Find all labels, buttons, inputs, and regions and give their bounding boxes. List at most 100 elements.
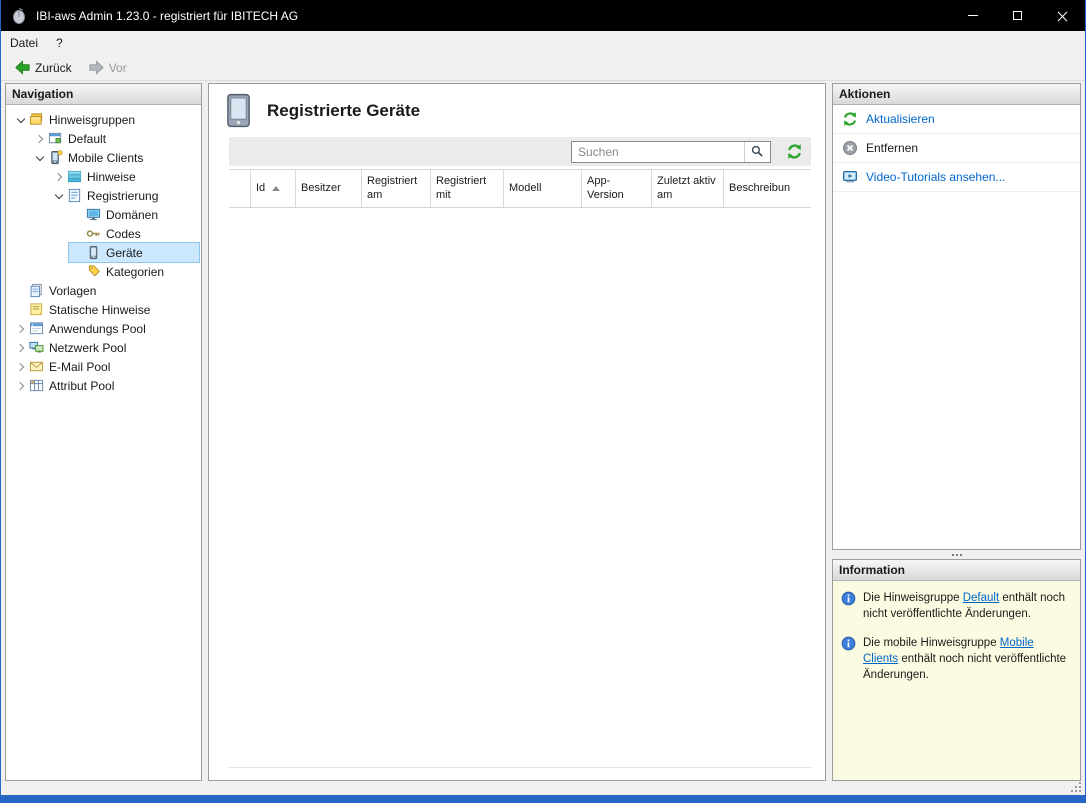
- window-title: IBI-aws Admin 1.23.0 - registriert für I…: [36, 8, 299, 23]
- tree-item-netzwerk-pool[interactable]: Netzwerk Pool: [6, 338, 201, 357]
- tree-item-hinweise[interactable]: Hinweise: [6, 167, 201, 186]
- info-text-prefix: Die mobile Hinweisgruppe: [863, 637, 1000, 650]
- back-button[interactable]: Zurück: [7, 57, 79, 78]
- status-bar: [1, 781, 1085, 795]
- window-bottom-border: [1, 795, 1085, 803]
- search-icon: [751, 145, 763, 157]
- resize-grip[interactable]: [1069, 781, 1083, 794]
- column-header-registriert-mit[interactable]: Registriert mit: [431, 170, 504, 207]
- anwendungs-pool-icon: [29, 322, 44, 335]
- tree-item-statische-hinweise[interactable]: Statische Hinweise: [6, 300, 201, 319]
- info-link-default[interactable]: Default: [963, 592, 999, 604]
- tree-item-mobile-clients[interactable]: Mobile Clients: [6, 148, 201, 167]
- action-video-tutorials[interactable]: Video-Tutorials ansehen...: [833, 163, 1080, 192]
- maximize-button[interactable]: [995, 0, 1040, 31]
- info-item-default: Die Hinweisgruppe Default enthält noch n…: [841, 590, 1072, 622]
- email-pool-icon: [29, 361, 44, 372]
- actions-panel: Aktionen Aktualisieren Entfernen Video-T…: [832, 83, 1081, 550]
- main-header: Registrierte Geräte: [209, 84, 825, 135]
- column-label: Beschreibun: [729, 181, 791, 194]
- arrow-right-icon: [89, 60, 104, 75]
- column-header-registriert-am[interactable]: Registriert am: [362, 170, 431, 207]
- refresh-icon: [843, 112, 857, 126]
- action-label: Aktualisieren: [866, 112, 935, 126]
- tree-item-label: Attribut Pool: [49, 378, 115, 393]
- tree-item-vorlagen[interactable]: Vorlagen: [6, 281, 201, 300]
- action-entfernen[interactable]: Entfernen: [833, 134, 1080, 163]
- sort-ascending-icon: [272, 186, 281, 191]
- tree-item-label: E-Mail Pool: [49, 359, 111, 374]
- chevron-right-icon[interactable]: [12, 320, 29, 337]
- menu-item-help[interactable]: ?: [47, 31, 72, 55]
- minimize-button[interactable]: [950, 0, 995, 31]
- tree-item-geraete[interactable]: Geräte: [6, 242, 201, 263]
- action-label: Video-Tutorials ansehen...: [866, 170, 1006, 184]
- search-box: [571, 140, 771, 163]
- info-text-prefix: Die Hinweisgruppe: [863, 592, 963, 604]
- domaenen-icon: [86, 208, 101, 221]
- column-header-zuletzt-aktiv-am[interactable]: Zuletzt aktiv am: [652, 170, 724, 207]
- chevron-right-icon[interactable]: [50, 168, 67, 185]
- tree-item-registrierung[interactable]: Registrierung: [6, 186, 201, 205]
- tree-item-kategorien[interactable]: Kategorien: [6, 262, 201, 281]
- close-button[interactable]: [1040, 0, 1085, 31]
- tree-item-label: Netzwerk Pool: [49, 340, 127, 355]
- chevron-down-icon[interactable]: [12, 111, 29, 128]
- refresh-grid-button[interactable]: [784, 142, 804, 162]
- chevron-right-icon[interactable]: [31, 130, 48, 147]
- tree-item-anwendungs-pool[interactable]: Anwendungs Pool: [6, 319, 201, 338]
- tree-item-label: Vorlagen: [49, 283, 97, 298]
- tree-item-email-pool[interactable]: E-Mail Pool: [6, 357, 201, 376]
- column-label: Registriert mit: [436, 174, 487, 201]
- column-header-modell[interactable]: Modell: [504, 170, 582, 207]
- device-icon: [227, 93, 250, 128]
- tree-item-domaenen[interactable]: Domänen: [6, 205, 201, 224]
- navigation-tree: Hinweisgruppen Default Mobile Clients Hi…: [6, 105, 201, 780]
- tree-item-hinweisgruppen[interactable]: Hinweisgruppen: [6, 110, 201, 129]
- column-header-besitzer[interactable]: Besitzer: [296, 170, 362, 207]
- panel-splitter[interactable]: [832, 550, 1081, 559]
- tree-item-label: Mobile Clients: [68, 150, 144, 165]
- info-icon: [841, 591, 856, 606]
- tree-item-label: Kategorien: [106, 264, 165, 279]
- title-bar: IBI-aws Admin 1.23.0 - registriert für I…: [1, 0, 1085, 31]
- column-header-app-version[interactable]: App-Version: [582, 170, 652, 207]
- chevron-down-icon[interactable]: [50, 187, 67, 204]
- back-label: Zurück: [35, 60, 72, 75]
- video-icon: [843, 171, 857, 183]
- chevron-right-icon[interactable]: [12, 339, 29, 356]
- right-column: Aktionen Aktualisieren Entfernen Video-T…: [832, 83, 1081, 781]
- table-body-empty: [229, 208, 811, 767]
- column-label: Id: [256, 181, 266, 194]
- tree-item-codes[interactable]: Codes: [6, 224, 201, 243]
- info-item-mobile-clients: Die mobile Hinweisgruppe Mobile Clients …: [841, 635, 1072, 683]
- kategorien-icon: [88, 265, 100, 277]
- netzwerk-pool-icon: [29, 341, 44, 353]
- mobile-clients-icon: [51, 150, 63, 165]
- chevron-right-icon[interactable]: [12, 377, 29, 394]
- action-label: Entfernen: [866, 141, 919, 155]
- registrierung-icon: [68, 188, 81, 203]
- tree-item-attribut-pool[interactable]: Attribut Pool: [6, 376, 201, 395]
- remove-icon: [843, 141, 857, 155]
- navigation-header: Navigation: [6, 84, 201, 105]
- forward-button[interactable]: Vor: [81, 57, 134, 78]
- column-header-beschreibung[interactable]: Beschreibun: [724, 170, 811, 207]
- refresh-icon: [787, 144, 801, 159]
- chevron-right-icon[interactable]: [12, 358, 29, 375]
- menu-item-datei[interactable]: Datei: [1, 31, 47, 55]
- workspace: Navigation Hinweisgruppen Default Mobile…: [1, 81, 1085, 781]
- page-title: Registrierte Geräte: [267, 100, 421, 120]
- search-button[interactable]: [744, 141, 770, 162]
- chevron-down-icon[interactable]: [31, 149, 48, 166]
- search-input[interactable]: [572, 141, 744, 162]
- information-panel: Information Die Hinweisgruppe Default en…: [832, 559, 1081, 781]
- column-header-id[interactable]: Id: [251, 170, 296, 207]
- tree-item-default[interactable]: Default: [6, 129, 201, 148]
- action-aktualisieren[interactable]: Aktualisieren: [833, 105, 1080, 134]
